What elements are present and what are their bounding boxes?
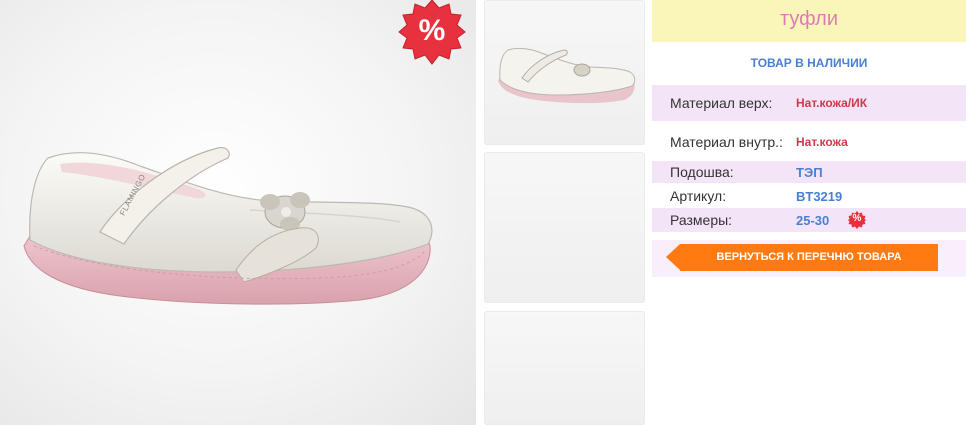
thumbnail-item[interactable] [484,152,645,303]
sale-badge: % [393,0,471,70]
spec-row-inner-material: Материал внутр.: Нат.кожа [652,127,966,157]
spec-label: Подошва: [670,164,734,180]
spec-value: 25-30 [796,213,830,228]
spec-label: Материал верх: [670,95,773,111]
size-sale-badge-text: % [852,213,862,224]
spec-value: ТЭП [796,165,823,180]
spec-value: Нат.кожа/ИК [796,96,868,110]
spec-row-upper-material: Материал верх: Нат.кожа/ИК [652,85,966,121]
back-button-container: ВЕРНУТЬСЯ К ПЕРЕЧНЮ ТОВАРА [652,240,966,277]
spec-row-article: Артикул: BT3219 [652,185,966,207]
thumbnail-item[interactable] [484,0,645,145]
spec-value: BT3219 [796,189,843,204]
spec-value: Нат.кожа [796,135,848,149]
thumbnail-item[interactable] [484,311,645,425]
spec-label: Артикул: [670,188,727,204]
stock-status: ТОВАР В НАЛИЧИИ [750,56,868,70]
back-to-list-button[interactable]: ВЕРНУТЬСЯ К ПЕРЕЧНЮ ТОВАРА [666,244,938,271]
shoe-thumbnail-image [498,47,636,104]
product-info-panel: туфли ТОВАР В НАЛИЧИИ Материал верх: Нат… [652,0,966,425]
spec-label: Материал внутр.: [670,134,783,150]
spec-row-sizes: Размеры: 25-30 % [652,208,966,232]
spec-row-sole: Подошва: ТЭП [652,161,966,183]
sale-badge-text: % [418,14,446,47]
spec-label: Размеры: [670,212,733,228]
size-sale-badge: % [848,211,866,229]
product-title: туфли [652,0,966,42]
